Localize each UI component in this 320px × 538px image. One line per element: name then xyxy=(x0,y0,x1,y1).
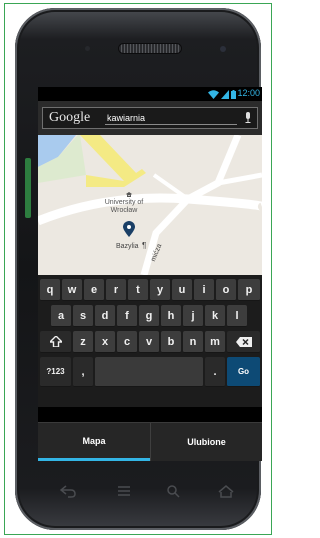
status-time: 12:00 xyxy=(237,88,260,98)
keyboard-row-1: q w e r t y u i o p xyxy=(38,279,262,305)
hardware-nav-bar xyxy=(58,482,238,502)
google-logo: Google xyxy=(49,110,91,125)
search-underline xyxy=(105,124,237,125)
key-h[interactable]: h xyxy=(161,305,181,327)
bottom-tabs: Mapa Ulubione xyxy=(38,422,262,461)
key-m[interactable]: m xyxy=(205,331,225,353)
restaurant-icon: ¶ xyxy=(142,241,147,250)
status-icons xyxy=(208,89,236,99)
location-pin-icon[interactable] xyxy=(123,221,135,237)
keyboard-row-3: z x c v b n m xyxy=(38,331,262,357)
key-a[interactable]: a xyxy=(51,305,71,327)
search-icon[interactable] xyxy=(166,484,182,498)
key-d[interactable]: d xyxy=(95,305,115,327)
tab-ulubione[interactable]: Ulubione xyxy=(150,423,262,461)
key-r[interactable]: r xyxy=(106,279,126,301)
search-bar: Google kawiarnia xyxy=(38,101,262,135)
key-k[interactable]: k xyxy=(205,305,225,327)
backspace-icon xyxy=(235,336,252,347)
search-input[interactable]: Google kawiarnia xyxy=(42,107,258,129)
key-x[interactable]: x xyxy=(95,331,115,353)
soft-keyboard: q w e r t y u i o p a s d f g h j k l z … xyxy=(38,275,262,407)
back-icon[interactable] xyxy=(60,484,76,498)
key-w[interactable]: w xyxy=(62,279,82,301)
shift-icon xyxy=(49,336,62,347)
menu-icon[interactable] xyxy=(116,484,132,498)
key-s[interactable]: s xyxy=(73,305,93,327)
key-y[interactable]: y xyxy=(150,279,170,301)
comma-key[interactable]: , xyxy=(73,357,93,387)
microphone-icon[interactable] xyxy=(245,112,251,124)
backspace-key[interactable] xyxy=(227,331,260,353)
university-label-text: University of Wrocław xyxy=(104,199,144,214)
key-q[interactable]: q xyxy=(40,279,60,301)
shift-key[interactable] xyxy=(40,331,71,353)
keyboard-row-2: a s d f g h j k l xyxy=(38,305,262,331)
key-j[interactable]: j xyxy=(183,305,203,327)
university-label: University of Wrocław xyxy=(104,199,144,215)
map-roads xyxy=(38,135,262,275)
status-bar: 12:00 xyxy=(38,87,262,101)
proximity-sensor xyxy=(85,46,90,51)
wifi-icon xyxy=(208,90,219,99)
battery-icon xyxy=(231,90,236,99)
home-icon[interactable] xyxy=(218,484,234,498)
go-key[interactable]: Go xyxy=(227,357,260,387)
key-o[interactable]: o xyxy=(216,279,236,301)
earpiece-speaker xyxy=(119,44,181,53)
key-l[interactable]: l xyxy=(227,305,247,327)
space-key[interactable] xyxy=(95,357,203,387)
key-t[interactable]: t xyxy=(128,279,148,301)
key-f[interactable]: f xyxy=(117,305,137,327)
key-n[interactable]: n xyxy=(183,331,203,353)
key-e[interactable]: e xyxy=(84,279,104,301)
key-z[interactable]: z xyxy=(73,331,93,353)
phone-screen: 12:00 Google kawiarnia University of Wro… xyxy=(38,87,262,461)
key-b[interactable]: b xyxy=(161,331,181,353)
signal-icon xyxy=(221,90,229,99)
front-camera xyxy=(220,46,226,52)
key-i[interactable]: i xyxy=(194,279,214,301)
key-u[interactable]: u xyxy=(172,279,192,301)
key-p[interactable]: p xyxy=(238,279,260,301)
map-view[interactable]: University of Wrocław Bazylia ¶ mićza xyxy=(38,135,262,275)
search-query[interactable]: kawiarnia xyxy=(107,113,145,123)
place-label: Bazylia xyxy=(116,243,139,250)
university-icon xyxy=(126,192,132,197)
key-v[interactable]: v xyxy=(139,331,159,353)
symbols-key[interactable]: ?123 xyxy=(40,357,71,387)
period-key[interactable]: . xyxy=(205,357,225,387)
keyboard-row-4: ?123 , . Go xyxy=(38,357,262,391)
key-g[interactable]: g xyxy=(139,305,159,327)
key-c[interactable]: c xyxy=(117,331,137,353)
side-volume-button xyxy=(25,158,31,218)
tab-mapa[interactable]: Mapa xyxy=(38,423,150,461)
